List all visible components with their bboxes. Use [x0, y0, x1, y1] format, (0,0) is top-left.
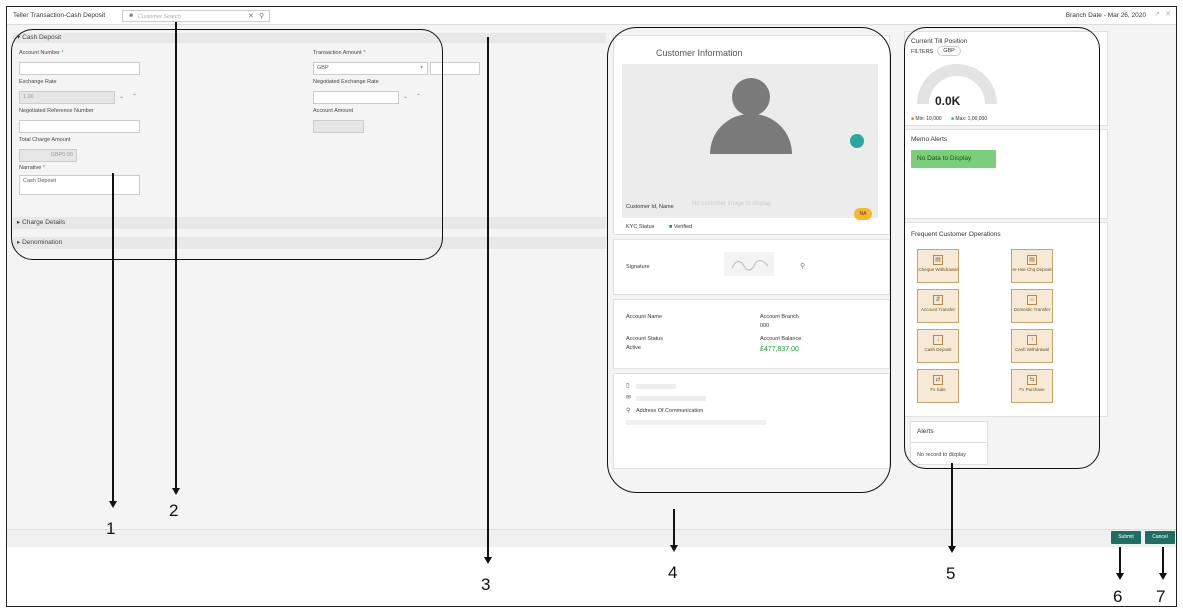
clear-icon[interactable]: ✕	[248, 12, 254, 20]
user-icon: ☻	[128, 13, 135, 19]
title-bar: Teller Transaction-Cash Deposit ☻ Custom…	[7, 7, 1176, 25]
callout-label-1: 1	[106, 519, 116, 538]
callout-arrow-6	[1119, 547, 1121, 575]
arrow-head-down	[109, 501, 117, 508]
search-icon[interactable]: ⚲	[259, 12, 264, 20]
cancel-button[interactable]: Cancel	[1145, 531, 1175, 544]
arrow-head-down	[1159, 573, 1167, 580]
screenshot-frame: Teller Transaction-Cash Deposit ☻ Custom…	[6, 6, 1177, 607]
window-title: Teller Transaction-Cash Deposit	[13, 12, 106, 19]
callout-label-4: 4	[668, 563, 678, 582]
callout-arrow-5	[951, 463, 953, 548]
callout-arrow-4	[673, 509, 675, 547]
callout-label-3: 3	[481, 575, 491, 594]
callout-ring-4	[607, 27, 891, 493]
callout-label-7: 7	[1156, 587, 1166, 606]
search-placeholder: Customer Search	[138, 14, 181, 20]
arrow-head-down	[484, 557, 492, 564]
arrow-head-down	[948, 546, 956, 553]
arrow-head-down	[172, 488, 180, 495]
maximize-icon[interactable]: ↗	[1154, 10, 1160, 18]
arrow-head-down	[1116, 573, 1124, 580]
callout-arrow-7	[1162, 547, 1164, 575]
callout-label-5: 5	[946, 564, 956, 583]
callout-ring-5	[904, 27, 1100, 469]
submit-button[interactable]: Submit	[1111, 531, 1141, 544]
callout-label-6: 6	[1113, 587, 1123, 606]
arrow-head-down	[670, 545, 678, 552]
branch-date: Branch Date - Mar 26, 2020	[1065, 12, 1146, 19]
callout-ring-1	[11, 29, 443, 260]
customer-search-input[interactable]: ☻ Customer Search ✕ ⚲	[122, 10, 270, 22]
callout-arrow-3	[487, 37, 489, 559]
footer-bar	[7, 529, 1176, 547]
callout-label-2: 2	[169, 501, 179, 520]
callout-arrow-2	[175, 22, 177, 490]
close-icon[interactable]: ✕	[1165, 10, 1171, 18]
callout-arrow-1	[112, 173, 114, 503]
